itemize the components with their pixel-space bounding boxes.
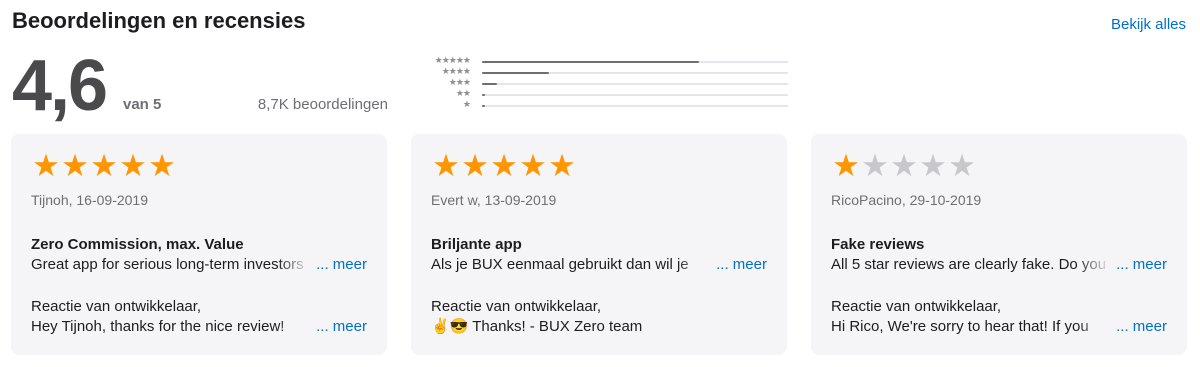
review-more-link[interactable]: ... meer <box>1116 255 1167 275</box>
review-author-date: Tijnoh, 16-09-2019 <box>31 192 149 208</box>
histogram-track <box>482 105 788 107</box>
review-body-line: Great app for serious long-term investor… <box>31 255 367 275</box>
star-rating: ★★★★★ <box>831 150 1167 182</box>
star-filled-icon: ★ <box>148 148 176 183</box>
review-more-link[interactable]: ... meer <box>316 255 367 275</box>
developer-response-label: Reactie van ontwikkelaar, <box>831 298 1002 315</box>
rating-histogram: ★★★★★ ★★★★ ★★★ ★★ ★ <box>408 55 788 111</box>
ratings-count: 8,7K beoordelingen <box>257 96 388 113</box>
star-filled-icon: ★ <box>32 148 60 183</box>
review-author-date: RicoPacino, 29-10-2019 <box>831 192 982 208</box>
review-title: Briljante app <box>431 236 522 253</box>
star-empty-icon: ★ <box>861 148 889 183</box>
developer-response-more-link[interactable]: ... meer <box>1116 317 1167 337</box>
star-filled-icon: ★ <box>461 148 489 183</box>
review-card[interactable]: ★★★★★ RicoPacino, 29-10-2019 Fake review… <box>811 134 1187 355</box>
developer-response-label: Reactie van ontwikkelaar, <box>31 298 202 315</box>
histogram-stars-label: ★★★★★ <box>434 55 471 65</box>
review-more-link[interactable]: ... meer <box>716 255 767 275</box>
review-body: All 5 star reviews are clearly fake. Do … <box>831 256 1107 273</box>
developer-response-body: ✌😎 Thanks! - BUX Zero team <box>431 318 643 335</box>
histogram-stars-label: ★★★★ <box>441 66 471 76</box>
star-filled-icon: ★ <box>832 148 860 183</box>
developer-response-line: Hey Tijnoh, thanks for the nice review! … <box>31 317 367 337</box>
review-body: Great app for serious long-term investor… <box>31 256 304 273</box>
developer-response-body: Hey Tijnoh, thanks for the nice review! <box>31 318 285 335</box>
histogram-stars-label: ★ <box>462 99 471 109</box>
developer-response-line: Hi Rico, We're sorry to hear that! If yo… <box>831 317 1167 337</box>
histogram-track <box>482 83 788 85</box>
review-card[interactable]: ★★★★★ Evert w, 13-09-2019 Briljante app … <box>411 134 787 355</box>
star-empty-icon: ★ <box>919 148 947 183</box>
histogram-row-1: ★ <box>408 99 788 111</box>
review-title: Fake reviews <box>831 236 925 253</box>
histogram-track <box>482 72 788 74</box>
average-rating: 4,6 <box>12 46 108 126</box>
star-filled-icon: ★ <box>61 148 89 183</box>
histogram-bar <box>482 83 498 85</box>
star-filled-icon: ★ <box>548 148 576 183</box>
star-empty-icon: ★ <box>890 148 918 183</box>
histogram-stars-label: ★★ <box>455 88 471 98</box>
developer-response-more-link[interactable]: ... meer <box>316 317 367 337</box>
section-title: Beoordelingen en recensies <box>12 8 306 33</box>
see-all-link[interactable]: Bekijk alles <box>1111 16 1186 33</box>
rating-scale-label: van 5 <box>123 96 162 113</box>
star-empty-icon: ★ <box>948 148 976 183</box>
histogram-stars-label: ★★★ <box>448 77 471 87</box>
developer-response-label: Reactie van ontwikkelaar, <box>431 298 602 315</box>
star-filled-icon: ★ <box>119 148 147 183</box>
review-body: Als je BUX eenmaal gebruikt dan wil je <box>431 256 689 273</box>
review-body-line: Als je BUX eenmaal gebruikt dan wil je .… <box>431 255 767 275</box>
star-filled-icon: ★ <box>90 148 118 183</box>
star-filled-icon: ★ <box>432 148 460 183</box>
star-rating: ★★★★★ <box>431 150 767 182</box>
histogram-bar <box>482 105 486 107</box>
review-body-line: All 5 star reviews are clearly fake. Do … <box>831 255 1167 275</box>
star-filled-icon: ★ <box>519 148 547 183</box>
star-rating: ★★★★★ <box>31 150 367 182</box>
developer-response-line: ✌😎 Thanks! - BUX Zero team <box>431 317 767 337</box>
histogram-track <box>482 94 788 96</box>
histogram-bar <box>482 61 700 63</box>
histogram-bar <box>482 72 550 74</box>
histogram-track <box>482 61 788 63</box>
review-card[interactable]: ★★★★★ Tijnoh, 16-09-2019 Zero Commission… <box>11 134 387 355</box>
histogram-bar <box>482 94 486 96</box>
review-title: Zero Commission, max. Value <box>31 236 244 253</box>
star-filled-icon: ★ <box>490 148 518 183</box>
developer-response-body: Hi Rico, We're sorry to hear that! If yo… <box>831 318 1089 335</box>
review-author-date: Evert w, 13-09-2019 <box>431 192 557 208</box>
